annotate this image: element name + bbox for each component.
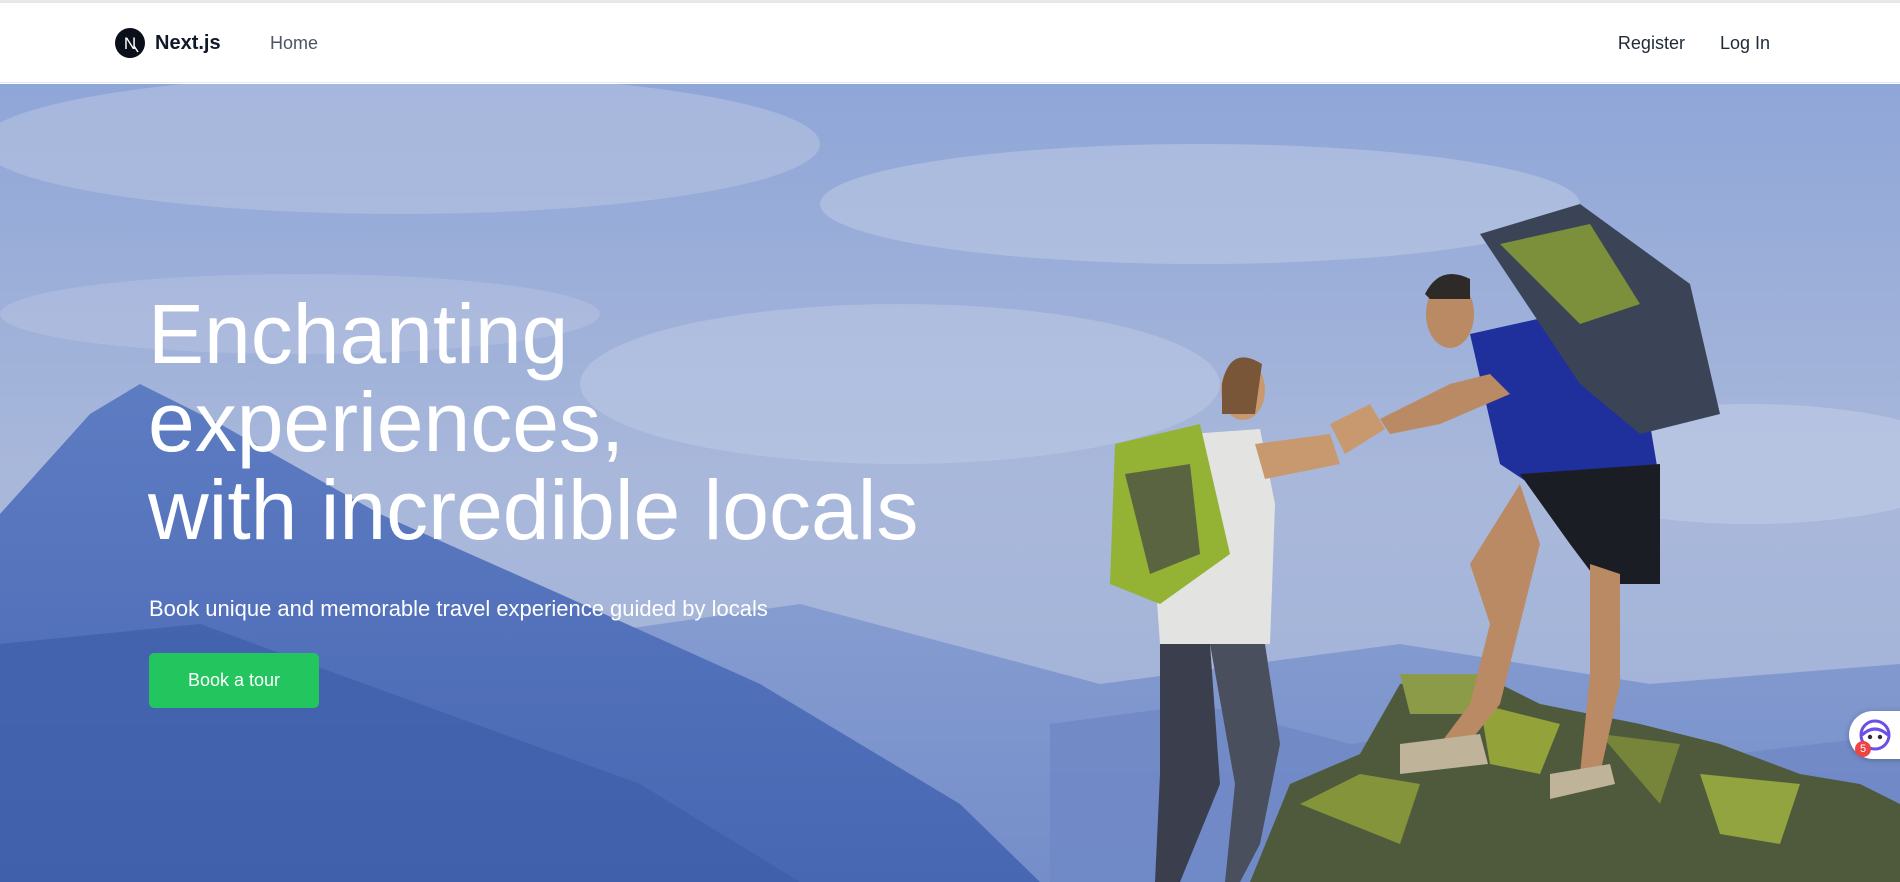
hero-title-line-2: experiences, [148, 375, 625, 469]
nextjs-logo-icon: N [115, 28, 145, 58]
hero-title-line-1: Enchanting [148, 287, 569, 381]
hero-title-line-3: with incredible locals [148, 463, 919, 557]
login-link[interactable]: Log In [1720, 33, 1770, 54]
brand-link[interactable]: N Next.js [115, 28, 221, 58]
register-link[interactable]: Register [1618, 33, 1685, 54]
book-tour-button[interactable]: Book a tour [149, 653, 319, 708]
notification-badge: 5 [1855, 741, 1871, 757]
page: N Next.js Home Register Log In Enchantin… [0, 0, 1900, 882]
hero-subtitle: Book unique and memorable travel experie… [149, 596, 768, 621]
hero-section: Enchanting experiences, with incredible … [0, 84, 1900, 882]
nav-home-link[interactable]: Home [270, 33, 318, 54]
navbar: N Next.js Home Register Log In [0, 3, 1900, 83]
brand-name: Next.js [155, 31, 221, 54]
auth-nav: Register Log In [1618, 33, 1770, 54]
assistant-widget-button[interactable]: 5 [1849, 711, 1900, 759]
svg-text:N: N [124, 34, 136, 53]
hero-title: Enchanting experiences, with incredible … [148, 290, 1048, 554]
